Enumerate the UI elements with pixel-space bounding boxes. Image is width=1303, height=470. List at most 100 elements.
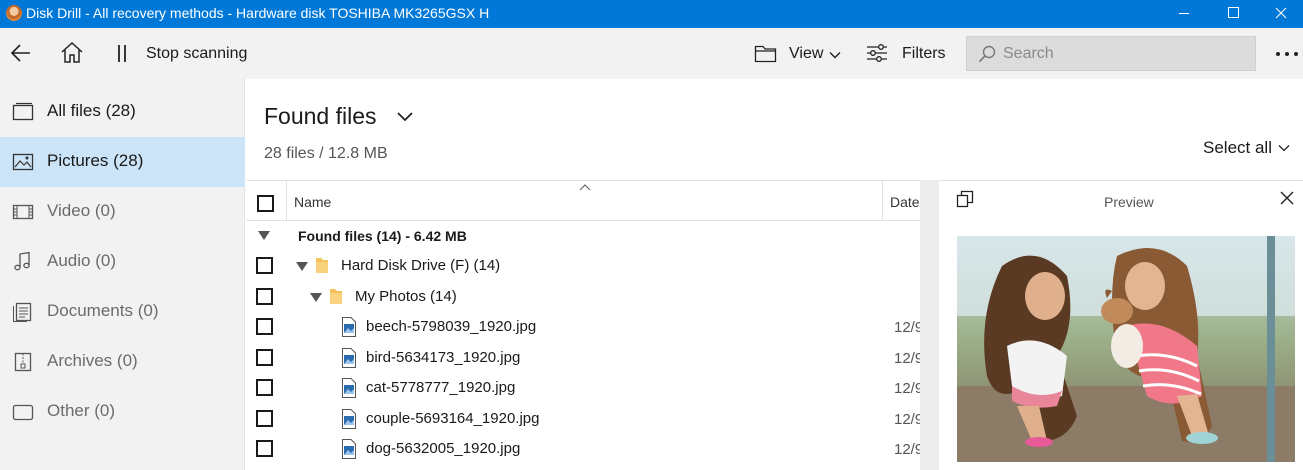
table-row[interactable]: dog-5632005_1920.jpg 12/9	[246, 434, 920, 464]
table-row[interactable]: bird-5634173_1920.jpg 12/9	[246, 343, 920, 373]
chevron-down-icon	[829, 52, 841, 59]
preview-pane: Preview	[940, 180, 1303, 470]
sidebar-item-audio[interactable]: Audio (0)	[0, 237, 245, 287]
row-checkbox[interactable]	[256, 318, 273, 335]
more-dots-icon	[1276, 52, 1298, 56]
files-summary: 28 files / 12.8 MB	[264, 145, 388, 162]
page-title[interactable]: Found files	[264, 103, 377, 130]
documents-icon	[13, 302, 32, 322]
preview-photo	[957, 236, 1295, 462]
group-label: Found files (14) - 6.42 MB	[298, 228, 467, 244]
table-row[interactable]: beech-5798039_1920.jpg 12/9	[246, 312, 920, 342]
row-checkbox[interactable]	[256, 349, 273, 366]
sidebar-item-label: All files (28)	[47, 101, 136, 120]
archives-icon	[14, 352, 32, 372]
row-checkbox[interactable]	[256, 410, 273, 427]
header-checkbox-cell	[246, 181, 287, 221]
more-options-button[interactable]	[1274, 40, 1302, 66]
image-file-icon	[342, 409, 356, 429]
sidebar-item-label: Pictures (28)	[47, 151, 144, 170]
disk-drill-app-icon	[6, 5, 22, 21]
title-bar: Disk Drill - All recovery methods - Hard…	[0, 0, 1303, 28]
close-icon	[1275, 7, 1287, 19]
search-input[interactable]	[1003, 43, 1243, 65]
row-date: 12/9	[894, 350, 920, 367]
open-preview-icon[interactable]	[956, 190, 974, 208]
toolbar: Stop scanning View Filters	[0, 28, 1303, 79]
image-file-icon	[342, 378, 356, 398]
sidebar: All files (28) Pictures (28) Video (0) A…	[0, 79, 245, 470]
table-row[interactable]: couple-5693164_1920.jpg 12/9	[246, 404, 920, 434]
expand-triangle-icon[interactable]	[296, 262, 308, 271]
filters-label: Filters	[902, 45, 946, 62]
row-date: 12/9	[894, 319, 920, 336]
expand-triangle-icon[interactable]	[258, 231, 270, 240]
sidebar-item-pictures[interactable]: Pictures (28)	[0, 137, 245, 187]
row-date: 12/9	[894, 441, 920, 458]
sidebar-item-label: Audio (0)	[47, 251, 116, 270]
column-header-date[interactable]: Date	[890, 194, 920, 210]
image-file-icon	[342, 317, 356, 337]
search-box[interactable]	[966, 36, 1256, 71]
row-label: Hard Disk Drive (F) (14)	[341, 257, 501, 274]
row-checkbox[interactable]	[256, 379, 273, 396]
sidebar-item-other[interactable]: Other (0)	[0, 387, 245, 437]
table-row[interactable]: Hard Disk Drive (F) (14)	[246, 251, 920, 281]
row-label: dog-5632005_1920.jpg	[366, 440, 521, 457]
expand-triangle-icon[interactable]	[310, 293, 322, 302]
sidebar-item-archives[interactable]: Archives (0)	[0, 337, 245, 387]
view-button[interactable]: View	[750, 38, 846, 68]
back-button[interactable]	[8, 40, 34, 66]
folder-icon	[316, 258, 328, 273]
row-checkbox[interactable]	[256, 440, 273, 457]
image-file-icon	[342, 348, 356, 368]
group-row[interactable]: Found files (14) - 6.42 MB	[246, 221, 920, 251]
chevron-down-icon[interactable]	[396, 110, 414, 124]
sidebar-item-documents[interactable]: Documents (0)	[0, 287, 245, 337]
row-label: beech-5798039_1920.jpg	[366, 318, 537, 335]
filters-button[interactable]: Filters	[862, 38, 952, 68]
other-icon	[12, 404, 34, 421]
folder-icon	[330, 289, 342, 304]
select-all-button[interactable]: Select all	[1203, 138, 1272, 158]
sidebar-item-label: Video (0)	[47, 201, 116, 220]
stop-scanning-label[interactable]: Stop scanning	[146, 45, 247, 63]
sidebar-item-all-files[interactable]: All files (28)	[0, 87, 245, 137]
table-row[interactable]: My Photos (14)	[246, 282, 920, 312]
sort-ascending-icon	[579, 184, 591, 191]
chevron-down-icon[interactable]	[1278, 143, 1290, 153]
column-header-name[interactable]: Name	[294, 194, 331, 210]
video-icon	[12, 204, 34, 220]
row-label: cat-5778777_1920.jpg	[366, 379, 516, 396]
row-checkbox[interactable]	[256, 257, 273, 274]
image-file-icon	[342, 439, 356, 459]
maximize-button[interactable]	[1210, 0, 1256, 28]
sidebar-item-label: Documents (0)	[47, 301, 159, 320]
row-checkbox[interactable]	[256, 288, 273, 305]
minimize-icon	[1179, 13, 1189, 14]
close-window-button[interactable]	[1258, 0, 1303, 28]
all-files-icon	[12, 102, 34, 121]
pictures-icon	[12, 153, 34, 171]
row-label: couple-5693164_1920.jpg	[366, 410, 540, 427]
preview-image	[957, 236, 1295, 462]
back-arrow-icon	[10, 44, 30, 62]
window-title: Disk Drill - All recovery methods - Hard…	[26, 5, 490, 21]
column-divider[interactable]	[882, 181, 883, 221]
sidebar-item-label: Archives (0)	[47, 351, 138, 370]
row-label: My Photos (14)	[355, 288, 457, 305]
sidebar-item-video[interactable]: Video (0)	[0, 187, 245, 237]
select-all-checkbox[interactable]	[257, 195, 274, 212]
view-label: View	[789, 45, 824, 62]
vertical-scrollbar[interactable]	[920, 180, 939, 470]
close-icon[interactable]	[1280, 191, 1294, 205]
row-date: 12/9	[894, 411, 920, 428]
table-row[interactable]: cat-5778777_1920.jpg 12/9	[246, 373, 920, 403]
home-button[interactable]	[59, 40, 85, 66]
home-icon	[61, 41, 83, 63]
minimize-button[interactable]	[1161, 0, 1207, 28]
maximize-icon	[1228, 7, 1239, 18]
filters-icon	[867, 44, 887, 62]
table-header: Name Date	[246, 180, 920, 221]
pause-icon	[118, 45, 126, 62]
